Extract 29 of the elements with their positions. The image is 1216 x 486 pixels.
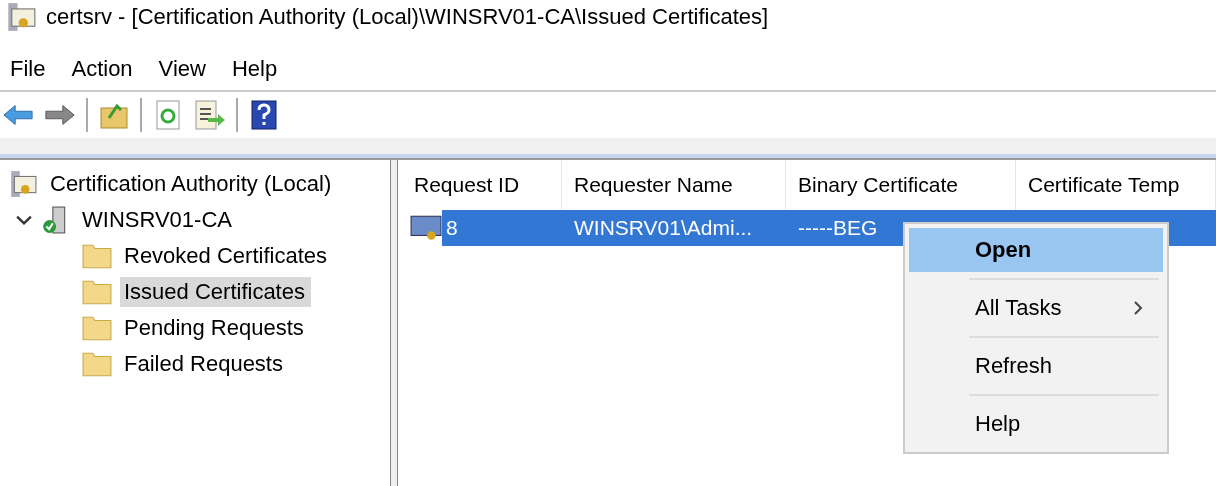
menu-item[interactable]: Open [909, 228, 1163, 272]
collapse-chevron-icon[interactable] [16, 214, 32, 226]
certificate-icon [410, 214, 442, 242]
export-list-icon[interactable] [194, 100, 226, 130]
pane-splitter[interactable] [391, 160, 398, 486]
table-cell-text: 8 [445, 216, 459, 240]
menu-item[interactable]: Help [909, 402, 1163, 446]
folder-icon [82, 314, 112, 342]
menu-item[interactable]: File [0, 52, 62, 90]
folder-icon [82, 242, 112, 270]
tree-item[interactable]: Revoked Certificates [120, 241, 333, 271]
certificate-icon [8, 170, 38, 198]
window-title: certsrv - [Certification Authority (Local)\WINSRV01-CA\Issued Certificates] [46, 4, 769, 30]
menu-item[interactable]: All Tasks [909, 286, 1163, 330]
tree-item[interactable]: Pending Requests [120, 313, 310, 343]
certificate-icon [6, 2, 36, 32]
tree-item[interactable]: Issued Certificates [120, 277, 311, 307]
table-cell-text: -----BEG [797, 216, 879, 240]
folder-icon [82, 350, 112, 378]
menu-item[interactable]: View [148, 52, 222, 90]
tree-item[interactable]: Certification Authority (Local) [46, 169, 338, 199]
menu-item[interactable]: Action [61, 52, 149, 90]
menu-item[interactable]: Refresh [909, 344, 1163, 388]
tree-item[interactable]: WINSRV01-CA [78, 205, 238, 235]
help-icon[interactable] [248, 100, 280, 130]
table-cell-text: WINSRV01\Admi... [573, 216, 754, 240]
folder-icon [82, 278, 112, 306]
menu-item[interactable]: Help [221, 52, 294, 90]
tree-item[interactable]: Failed Requests [120, 349, 289, 379]
